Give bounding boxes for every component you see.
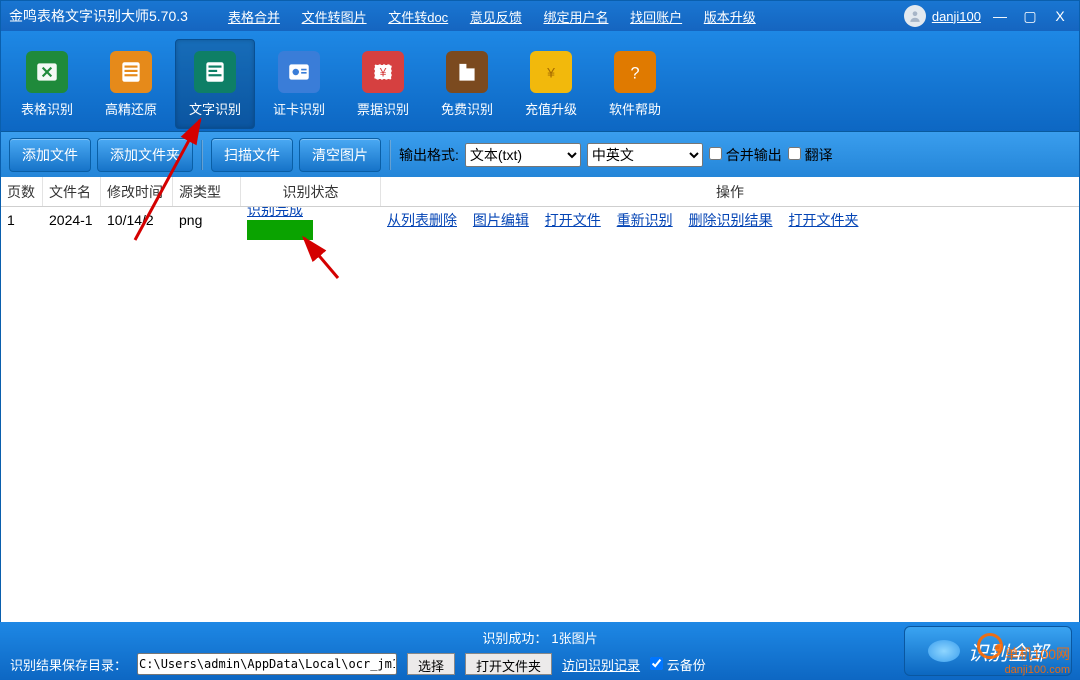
translate-checkbox[interactable]: 翻译 <box>788 145 833 165</box>
ribbon-icon <box>278 51 320 93</box>
language-select[interactable]: 中英文 <box>587 143 703 167</box>
scan-file-button[interactable]: 扫描文件 <box>211 138 293 172</box>
output-format-label: 输出格式: <box>399 145 459 165</box>
link-file-to-doc[interactable]: 文件转doc <box>388 10 448 25</box>
menubar-links: 表格合并 文件转图片 文件转doc 意见反馈 绑定用户名 找回账户 版本升级 <box>228 7 774 26</box>
ribbon-证卡识别[interactable]: 证卡识别 <box>259 39 339 129</box>
cell-ops: 从列表删除 图片编辑 打开文件 重新识别 删除识别结果 打开文件夹 <box>381 210 1079 230</box>
maximize-button[interactable]: ▢ <box>1019 6 1041 26</box>
app-title: 金鸣表格文字识别大师5.70.3 <box>9 6 188 26</box>
separator <box>389 140 391 170</box>
col-filename: 文件名 <box>43 177 101 206</box>
watermark: 单机100网 danji100.com <box>977 633 1070 676</box>
ribbon-label: 免费识别 <box>441 99 493 118</box>
watermark-icon <box>977 633 1003 659</box>
add-file-button[interactable]: 添加文件 <box>9 138 91 172</box>
ribbon-免费识别[interactable]: 免费识别 <box>427 39 507 129</box>
op-edit-image[interactable]: 图片编辑 <box>473 212 529 228</box>
svg-text:¥: ¥ <box>379 65 387 79</box>
ribbon-label: 软件帮助 <box>609 99 661 118</box>
ribbon-icon <box>446 51 488 93</box>
link-bind-user[interactable]: 绑定用户名 <box>543 10 608 25</box>
progress-bar <box>247 220 313 240</box>
open-folder-button[interactable]: 打开文件夹 <box>465 653 552 675</box>
ribbon-文字识别[interactable]: 文字识别 <box>175 39 255 129</box>
choose-dir-button[interactable]: 选择 <box>407 653 455 675</box>
clear-images-button[interactable]: 清空图片 <box>299 138 381 172</box>
link-merge-tables[interactable]: 表格合并 <box>228 10 280 25</box>
visit-log-link[interactable]: 访问识别记录 <box>562 655 640 674</box>
ribbon-label: 表格识别 <box>21 99 73 118</box>
close-button[interactable]: X <box>1049 6 1071 26</box>
save-dir-label: 识别结果保存目录： <box>10 655 127 674</box>
username[interactable]: danji100 <box>932 9 981 24</box>
op-open-folder[interactable]: 打开文件夹 <box>788 212 858 228</box>
ribbon-icon: ? <box>614 51 656 93</box>
table-body: 1 2024-1 10/14/2 png 识别完成 从列表删除 图片编辑 打开文… <box>1 207 1079 621</box>
op-open-file[interactable]: 打开文件 <box>545 212 601 228</box>
save-dir-input[interactable] <box>137 653 397 675</box>
merge-output-checkbox[interactable]: 合并输出 <box>709 145 782 165</box>
ribbon-label: 证卡识别 <box>273 99 325 118</box>
ribbon-icon <box>194 51 236 93</box>
col-ops: 操作 <box>381 177 1079 206</box>
ribbon: 表格识别 高精还原 文字识别 证卡识别 ¥ 票据识别 免费识别 ¥ 充值升级? 软件帮助 <box>1 31 1079 131</box>
table-header: 页数 文件名 修改时间 源类型 识别状态 操作 <box>1 177 1079 207</box>
separator <box>201 140 203 170</box>
ribbon-软件帮助[interactable]: ? 软件帮助 <box>595 39 675 129</box>
cell-status: 识别完成 <box>241 207 381 240</box>
success-count: 1张图片 <box>551 628 597 647</box>
cell-filename: 2024-1 <box>43 212 101 228</box>
ribbon-表格识别[interactable]: 表格识别 <box>7 39 87 129</box>
table-row[interactable]: 1 2024-1 10/14/2 png 识别完成 从列表删除 图片编辑 打开文… <box>1 207 1079 233</box>
op-remove-from-list[interactable]: 从列表删除 <box>387 212 457 228</box>
ribbon-icon: ¥ <box>530 51 572 93</box>
minimize-button[interactable]: — <box>989 6 1011 26</box>
ribbon-icon <box>110 51 152 93</box>
link-recover-account[interactable]: 找回账户 <box>630 10 682 25</box>
cell-pages: 1 <box>1 212 43 228</box>
toolbar: 添加文件 添加文件夹 扫描文件 清空图片 输出格式: 文本(txt) 中英文 合… <box>1 131 1079 177</box>
col-srctype: 源类型 <box>173 177 241 206</box>
cell-mtime: 10/14/2 <box>101 212 173 228</box>
add-folder-button[interactable]: 添加文件夹 <box>97 138 193 172</box>
lens-icon <box>928 640 960 662</box>
svg-text:¥: ¥ <box>546 64 555 80</box>
output-format-select[interactable]: 文本(txt) <box>465 143 581 167</box>
status-done-link[interactable]: 识别完成 <box>247 207 303 218</box>
ribbon-label: 文字识别 <box>189 99 241 118</box>
op-delete-result[interactable]: 删除识别结果 <box>689 212 773 228</box>
ribbon-高精还原[interactable]: 高精还原 <box>91 39 171 129</box>
op-re-recognize[interactable]: 重新识别 <box>617 212 673 228</box>
ribbon-label: 充值升级 <box>525 99 577 118</box>
ribbon-label: 票据识别 <box>357 99 409 118</box>
col-mtime: 修改时间 <box>101 177 173 206</box>
footer: 识别成功： 1张图片 识别结果保存目录： 选择 打开文件夹 访问识别记录 云备份… <box>0 622 1080 680</box>
titlebar: 金鸣表格文字识别大师5.70.3 表格合并 文件转图片 文件转doc 意见反馈 … <box>1 1 1079 31</box>
link-file-to-image[interactable]: 文件转图片 <box>302 10 367 25</box>
ribbon-icon: ¥ <box>362 51 404 93</box>
ribbon-充值升级[interactable]: ¥ 充值升级 <box>511 39 591 129</box>
user-area[interactable]: danji100 <box>904 5 981 27</box>
svg-text:?: ? <box>630 64 639 82</box>
ribbon-label: 高精还原 <box>105 99 157 118</box>
col-pages: 页数 <box>1 177 43 206</box>
ribbon-icon <box>26 51 68 93</box>
link-upgrade[interactable]: 版本升级 <box>704 10 756 25</box>
ribbon-票据识别[interactable]: ¥ 票据识别 <box>343 39 423 129</box>
col-status: 识别状态 <box>241 177 381 206</box>
avatar-icon <box>904 5 926 27</box>
cell-srctype: png <box>173 212 241 228</box>
success-label: 识别成功： <box>482 628 547 647</box>
cloud-backup-checkbox[interactable]: 云备份 <box>650 655 706 674</box>
link-feedback[interactable]: 意见反馈 <box>470 10 522 25</box>
